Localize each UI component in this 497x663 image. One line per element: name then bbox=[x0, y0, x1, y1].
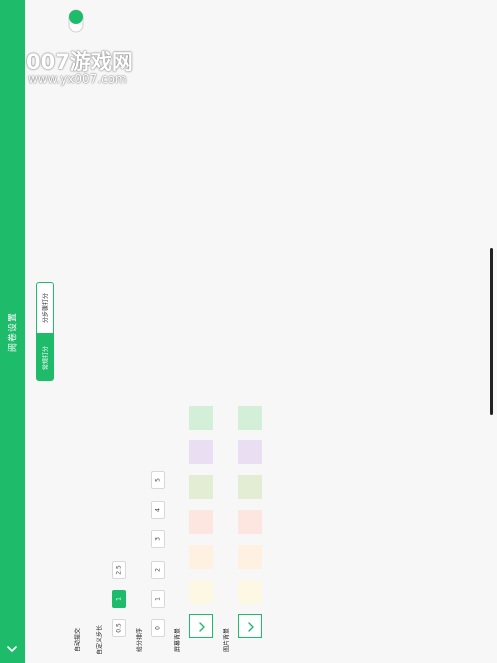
step-option[interactable]: 2.5 bbox=[112, 561, 126, 579]
score-option-label: 2 bbox=[154, 568, 162, 572]
step-option-label: 1 bbox=[115, 597, 123, 601]
step-option[interactable]: 0.5 bbox=[112, 619, 126, 637]
score-option[interactable]: 0 bbox=[151, 619, 165, 637]
check-icon bbox=[199, 622, 205, 632]
custom-step-label: 自定义步长 bbox=[96, 624, 104, 656]
screen-bg-swatch[interactable] bbox=[189, 475, 213, 499]
image-bg-swatch[interactable] bbox=[238, 440, 262, 464]
score-order-label: 给分排序 bbox=[136, 627, 144, 653]
check-icon bbox=[248, 622, 254, 632]
image-background-label: 图片背景 bbox=[223, 627, 231, 653]
score-option[interactable]: 1 bbox=[151, 590, 165, 608]
score-option[interactable]: 2 bbox=[151, 561, 165, 579]
screen-background-label: 屏幕背景 bbox=[174, 627, 182, 653]
step-option-label: 0.5 bbox=[115, 623, 123, 633]
image-bg-swatch[interactable] bbox=[238, 406, 262, 430]
score-option[interactable]: 4 bbox=[151, 501, 165, 519]
score-option-label: 1 bbox=[154, 597, 162, 601]
score-option[interactable]: 3 bbox=[151, 530, 165, 548]
tab-stepwise-scoring[interactable]: 分步骤打分 bbox=[36, 282, 54, 334]
sidebar-title: 阅卷设置 bbox=[8, 311, 19, 353]
tab-regular-scoring[interactable]: 常规打分 bbox=[36, 334, 54, 381]
sidebar: 阅卷设置 bbox=[0, 0, 25, 663]
score-option-label: 3 bbox=[154, 537, 162, 541]
screen-bg-swatch[interactable] bbox=[189, 510, 213, 534]
chevron-down-icon[interactable] bbox=[5, 642, 19, 656]
score-option-label: 0 bbox=[154, 626, 162, 630]
step-option-selected[interactable]: 1 bbox=[112, 590, 126, 608]
screen-bg-swatch[interactable] bbox=[189, 406, 213, 430]
screen-bg-swatch[interactable] bbox=[189, 440, 213, 464]
watermark-logo-icon bbox=[68, 9, 84, 33]
image-bg-swatch[interactable] bbox=[238, 510, 262, 534]
screen-bg-swatch[interactable] bbox=[189, 580, 213, 604]
score-option-label: 4 bbox=[154, 508, 162, 512]
auto-submit-label: 自动提交 bbox=[74, 627, 82, 653]
scroll-indicator[interactable] bbox=[490, 248, 493, 415]
image-bg-swatch[interactable] bbox=[238, 580, 262, 604]
step-option-label: 2.5 bbox=[115, 565, 123, 575]
image-bg-swatch[interactable] bbox=[238, 545, 262, 569]
tab-stepwise-label: 分步骤打分 bbox=[42, 292, 50, 324]
screen-bg-swatch-selected[interactable] bbox=[189, 614, 213, 638]
tab-regular-label: 常规打分 bbox=[42, 345, 50, 370]
image-bg-swatch[interactable] bbox=[238, 475, 262, 499]
image-bg-swatch-selected[interactable] bbox=[238, 614, 262, 638]
watermark-url: www.yx007.com bbox=[28, 72, 127, 86]
score-option-label: 5 bbox=[154, 478, 162, 482]
score-option[interactable]: 5 bbox=[151, 471, 165, 489]
screen-bg-swatch[interactable] bbox=[189, 545, 213, 569]
